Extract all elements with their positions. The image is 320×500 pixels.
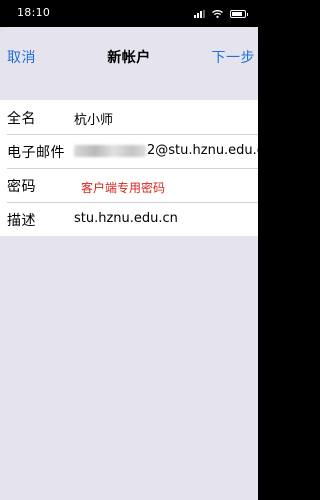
- form-row-email[interactable]: 电子邮件 2@stu.hznu.edu.cn: [0, 134, 258, 168]
- account-form: 全名 杭小师 电子邮件 2@stu.hznu.edu.cn 密码 客户端专用密码…: [0, 100, 258, 236]
- password-annotation: 客户端专用密码: [81, 181, 166, 195]
- email-label: 电子邮件: [7, 145, 65, 161]
- fullname-label: 全名: [7, 111, 36, 127]
- password-label: 密码: [7, 179, 36, 195]
- form-row-description[interactable]: 描述 stu.hznu.edu.cn: [0, 202, 258, 236]
- form-row-fullname[interactable]: 全名 杭小师: [0, 100, 258, 134]
- description-label: 描述: [7, 213, 36, 229]
- wifi-icon: [212, 10, 223, 18]
- email-visible-text: 2@stu.hznu.edu.cn: [147, 143, 258, 158]
- status-icons: [194, 9, 248, 19]
- status-time: 18:10: [17, 6, 51, 19]
- status-bar: 18:10: [0, 0, 258, 27]
- description-field[interactable]: stu.hznu.edu.cn: [74, 211, 178, 226]
- phone-screen: 18:10 取消 新帐户 下一步 全名 杭小师 电子邮件 2@stu.hznu.…: [0, 0, 258, 500]
- form-row-password[interactable]: 密码 客户端专用密码: [0, 168, 258, 202]
- signal-icon: [194, 10, 205, 18]
- battery-icon: [230, 10, 248, 18]
- email-field[interactable]: 2@stu.hznu.edu.cn: [74, 143, 258, 158]
- redacted-email-prefix: [74, 144, 146, 157]
- nav-bar: 取消 新帐户 下一步: [0, 27, 258, 85]
- new-account-sheet: 取消 新帐户 下一步 全名 杭小师 电子邮件 2@stu.hznu.edu.cn…: [0, 27, 258, 500]
- next-button[interactable]: 下一步: [212, 47, 256, 67]
- fullname-field[interactable]: 杭小师: [74, 109, 113, 128]
- battery-level: [232, 12, 242, 16]
